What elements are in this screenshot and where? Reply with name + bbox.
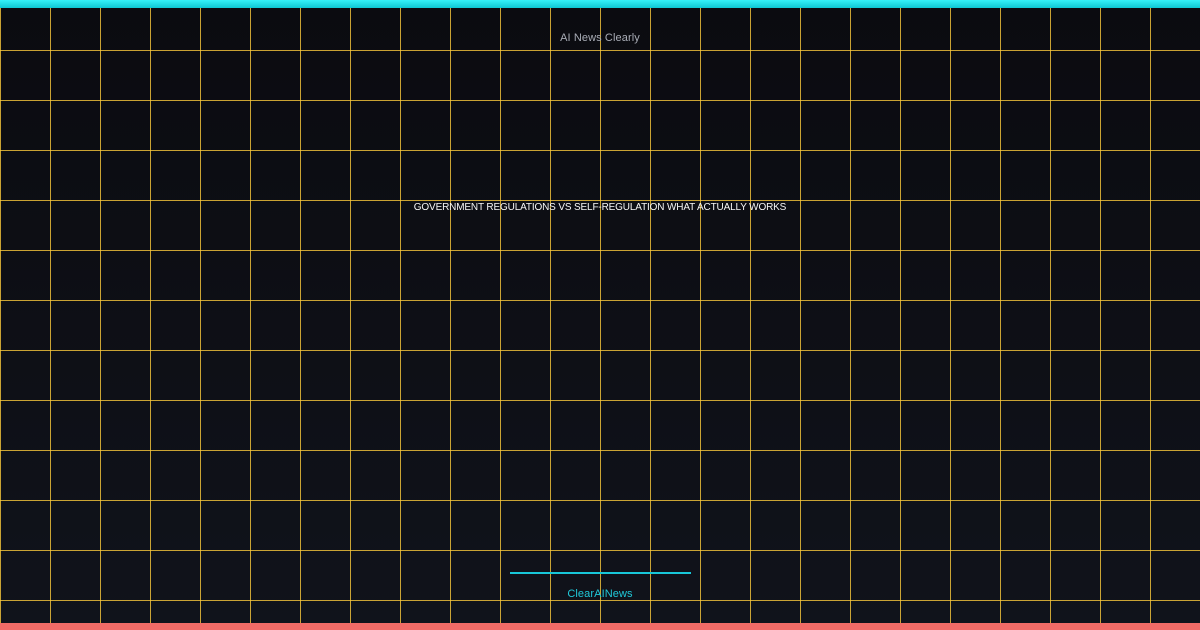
top-accent-bar <box>0 0 1200 8</box>
site-name: AI News Clearly <box>560 32 640 44</box>
grid-background <box>0 0 1200 630</box>
bottom-accent-bar <box>0 623 1200 630</box>
brand-label: ClearAINews <box>567 588 633 600</box>
social-card: AI News Clearly GOVERNMENT REGULATIONS V… <box>0 0 1200 630</box>
footer-divider <box>510 572 691 574</box>
headline: GOVERNMENT REGULATIONS VS SELF-REGULATIO… <box>413 202 787 213</box>
